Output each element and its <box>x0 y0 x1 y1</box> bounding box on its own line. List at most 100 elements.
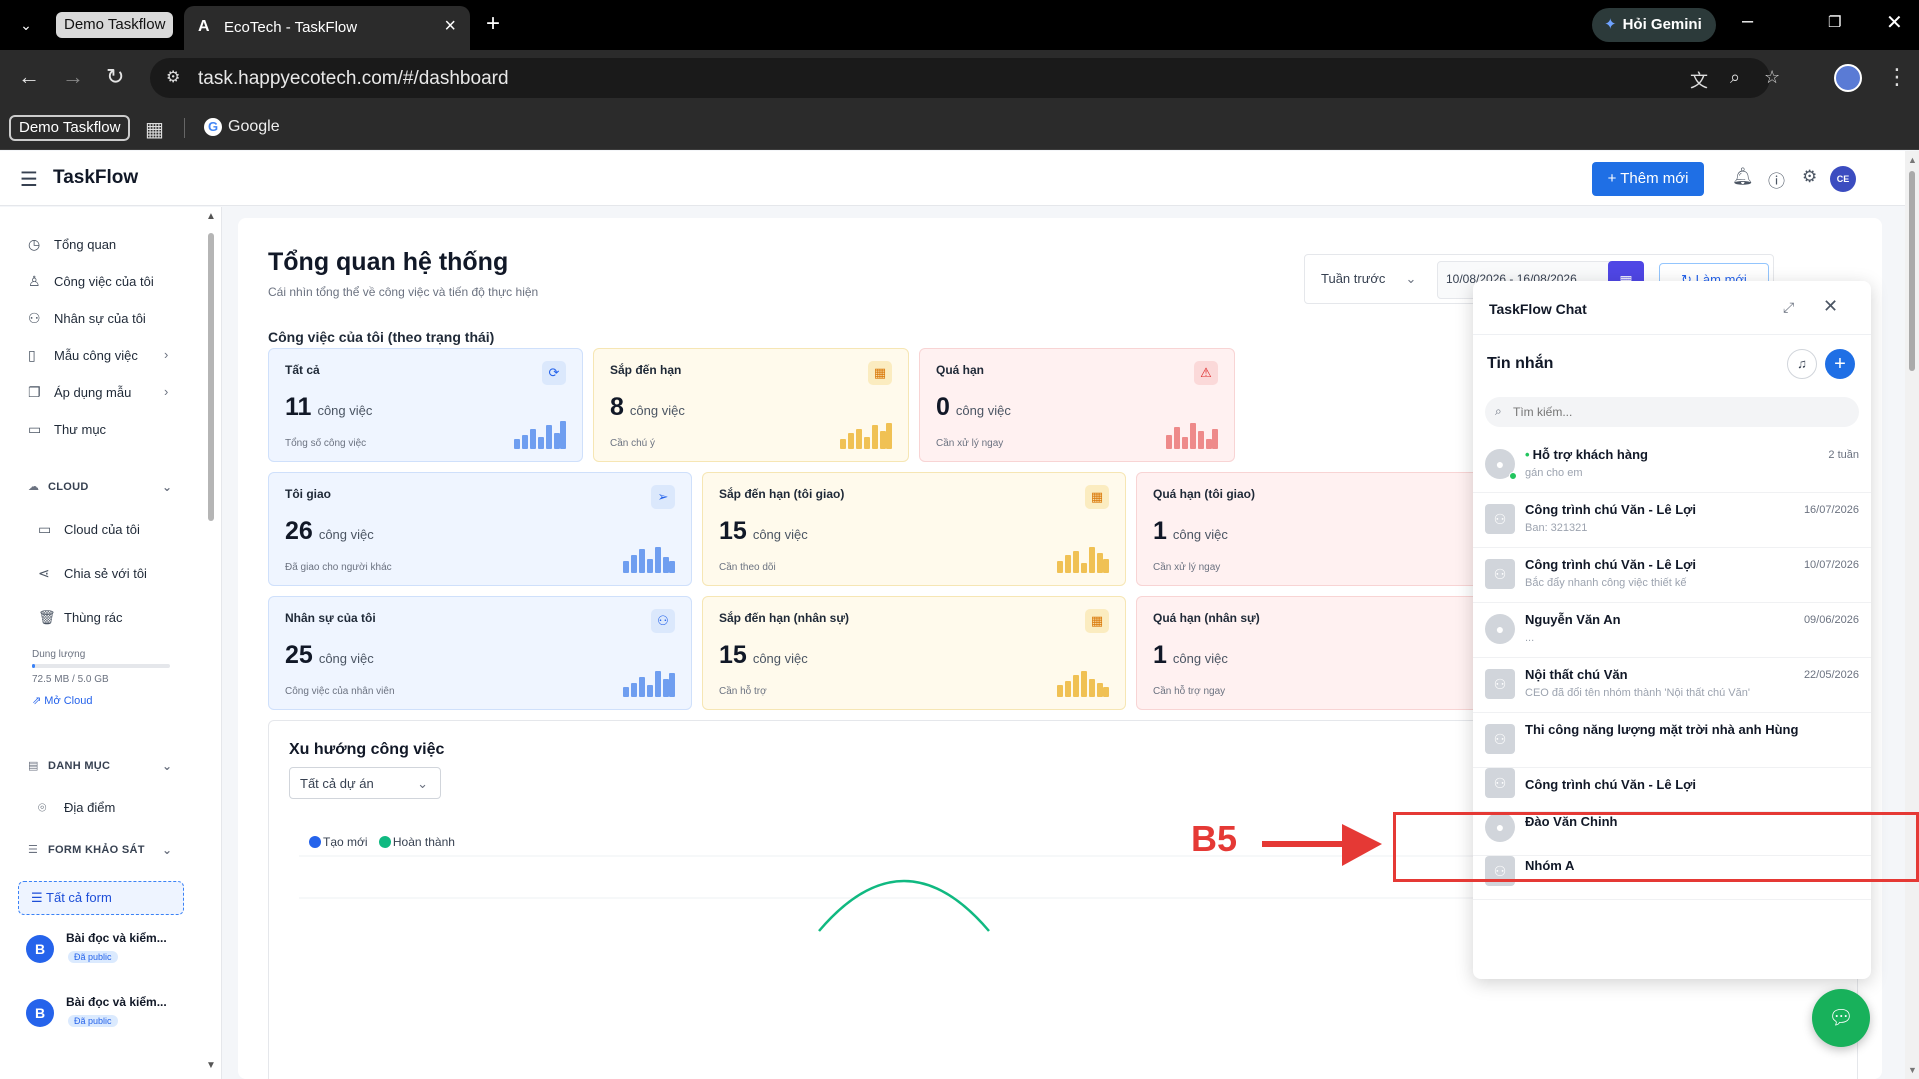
sidebar-item-my-cloud[interactable]: ▭ Cloud của tôi <box>38 521 140 541</box>
chat-list-item[interactable]: ⚇ Công trình chú Văn - Lê Lợi Bắc đẩy nh… <box>1473 549 1871 603</box>
url-text[interactable]: task.happyecotech.com/#/dashboard <box>198 68 509 90</box>
chat-close-icon[interactable]: ✕ <box>1823 296 1838 317</box>
all-forms-label: Tất cả form <box>46 890 112 905</box>
card-count: 11 công việc <box>285 393 372 422</box>
floating-chat-icon[interactable]: 💬︎ <box>1812 989 1870 1047</box>
scroll-down-icon[interactable]: ▼ <box>1908 1065 1917 1075</box>
period-select[interactable]: Tuần trước ⌄ <box>1321 271 1416 287</box>
bookmark-group[interactable]: Demo Taskflow <box>9 115 131 141</box>
stat-card-due-soon-staff[interactable]: Sắp đến hạn (nhân sự) ▦ 15 công việc Cần … <box>702 596 1126 710</box>
zoom-icon[interactable]: ⌕ <box>1730 67 1740 88</box>
chat-time: 09/06/2026 <box>1803 614 1859 626</box>
translate-icon[interactable]: 文 <box>1690 67 1708 93</box>
apps-grid-icon[interactable]: ▦ <box>145 117 164 142</box>
card-title: Sắp đến hạn (nhân sự) <box>719 611 850 625</box>
sidebar-item-apply-template[interactable]: ❐ Áp dụng mẫu › <box>28 384 168 404</box>
form-list-item[interactable]: B Bài đọc và kiểm... Đã public <box>26 929 196 973</box>
site-info-icon[interactable]: ⚙ <box>166 67 180 87</box>
gemini-label: Hỏi Gemini <box>1622 16 1702 33</box>
sidebar-item-my-tasks[interactable]: ♙ Công việc của tôi <box>28 273 154 293</box>
user-avatar[interactable]: CE <box>1830 166 1856 192</box>
gemini-star-icon: ✦ <box>1604 16 1617 33</box>
group-avatar-icon: ⚇ <box>1485 504 1515 534</box>
section-cloud[interactable]: ☁ CLOUD ⌄ <box>28 480 172 496</box>
calendar-icon: ▦ <box>1085 485 1109 509</box>
chat-title: TaskFlow Chat <box>1489 301 1587 317</box>
chat-preview: CEO đã đổi tên nhóm thành 'Nội thất chú … <box>1525 687 1750 699</box>
section-label: CLOUD <box>48 481 89 493</box>
scroll-down-icon[interactable]: ▼ <box>206 1060 216 1071</box>
sidebar-scrollbar[interactable]: ▲ ▼ <box>206 211 216 1071</box>
scroll-up-icon[interactable]: ▲ <box>1908 155 1917 165</box>
card-unit: công việc <box>318 651 374 666</box>
profile-avatar[interactable] <box>1834 64 1862 92</box>
chat-list-item[interactable]: ⚇ Nội thất chú Văn CEO đã đổi tên nhóm t… <box>1473 659 1871 713</box>
card-footnote: Cần xử lý ngay <box>936 438 1004 449</box>
stat-card-due-soon[interactable]: Sắp đến hạn ▦ 8 công việc Cần chú ý <box>593 348 909 462</box>
active-tab[interactable]: A EcoTech - TaskFlow × <box>184 6 470 50</box>
card-footnote: Công việc của nhân viên <box>285 686 395 697</box>
restore-icon[interactable]: ❐ <box>1828 13 1841 31</box>
hamburger-menu-icon[interactable]: ☰ <box>20 167 38 192</box>
calendar-icon: ▦ <box>868 361 892 385</box>
page-scrollbar[interactable]: ▲ ▼ <box>1905 151 1919 1079</box>
sidebar-item-trash[interactable]: 🗑︎ Thùng rác <box>38 609 123 629</box>
back-icon[interactable]: ← <box>18 64 40 90</box>
gemini-button[interactable]: ✦ Hỏi Gemini <box>1592 8 1716 42</box>
bell-icon[interactable]: 🔔︎ <box>1732 167 1754 187</box>
bookmark-star-icon[interactable]: ☆ <box>1764 67 1780 88</box>
sidebar: ◷ Tổng quan ♙ Công việc của tôi ⚇ Nhân sự c… <box>0 207 222 1079</box>
window-close-icon[interactable]: ✕ <box>1886 10 1903 35</box>
new-tab-icon[interactable]: + <box>486 10 500 38</box>
scroll-thumb[interactable] <box>208 233 214 521</box>
url-box[interactable]: ⚙ task.happyecotech.com/#/dashboard 文 ⌕ … <box>150 58 1780 98</box>
form-list-item[interactable]: B Bài đọc và kiểm... Đã public <box>26 993 196 1037</box>
app-brand: TaskFlow <box>53 167 139 188</box>
tab-close-icon[interactable]: × <box>444 15 456 38</box>
sidebar-item-overview[interactable]: ◷ Tổng quan <box>28 236 116 256</box>
tab-search-chevron-icon[interactable]: ⌄ <box>14 13 38 37</box>
bookmark-google[interactable]: G Google <box>204 118 280 136</box>
help-icon[interactable]: ⓘ <box>1768 167 1785 192</box>
reload-icon[interactable]: ↻ <box>106 64 124 90</box>
chat-list-item[interactable]: ⚇ Công trình chú Văn - Lê Lợi Ban: 32132… <box>1473 494 1871 548</box>
chat-list-item[interactable]: ● Nguyễn Văn An ... 09/06/2026 <box>1473 604 1871 658</box>
section-label: DANH MỤC <box>48 760 111 772</box>
chat-search-input[interactable] <box>1485 397 1859 427</box>
stat-card-assigned[interactable]: Tôi giao ➢ 26 công việc Đã giao cho người… <box>268 472 692 586</box>
sidebar-item-folders[interactable]: ▭ Thư mục <box>28 421 106 441</box>
headset-icon[interactable]: ♫ <box>1787 349 1817 379</box>
section-label: FORM KHẢO SÁT <box>48 844 145 856</box>
scroll-thumb[interactable] <box>1909 171 1915 371</box>
section-survey[interactable]: ☰ FORM KHẢO SÁT ⌄ <box>28 843 172 859</box>
series-done-line <box>818 879 990 932</box>
sidebar-item-shared[interactable]: ⋖ Chia sẻ với tôi <box>38 565 147 585</box>
tab-title: EcoTech - TaskFlow <box>224 19 358 36</box>
sidebar-item-templates[interactable]: ▯ Mẫu công việc › <box>28 347 168 367</box>
all-forms-button[interactable]: ☰ Tất cả form <box>18 881 184 915</box>
tab-group-label[interactable]: Demo Taskflow <box>56 12 174 38</box>
chat-preview: gán cho em <box>1525 467 1583 479</box>
sidebar-item-location[interactable]: ⌾ Địa điểm <box>38 799 115 819</box>
open-cloud-link[interactable]: ⇗ Mở Cloud <box>32 694 92 707</box>
google-icon: G <box>204 118 222 136</box>
stat-card-due-soon-assigned[interactable]: Sắp đến hạn (tôi giao) ▦ 15 công việc Cần… <box>702 472 1126 586</box>
section-category[interactable]: ▤ DANH MỤC ⌄ <box>28 759 172 775</box>
stat-card-overdue[interactable]: Quá hạn ⚠ 0 công việc Cần xử lý ngay <box>919 348 1235 462</box>
card-count: 26 công việc <box>285 517 374 546</box>
browser-menu-icon[interactable]: ⋮ <box>1886 64 1908 90</box>
forward-icon[interactable]: → <box>62 64 84 90</box>
new-chat-plus-icon[interactable]: + <box>1825 349 1855 379</box>
add-new-button[interactable]: + Thêm mới <box>1592 162 1704 196</box>
card-unit: công việc <box>1172 527 1228 542</box>
chat-list-item[interactable]: ● • Hỗ trợ khách hàng gán cho em 2 tuần <box>1473 439 1871 493</box>
stat-card-my-staff[interactable]: Nhân sự của tôi ⚇ 25 công việc Công việc … <box>268 596 692 710</box>
stat-card-all[interactable]: Tất cả ⟳ 11 công việc Tổng số công việc <box>268 348 583 462</box>
sidebar-item-my-staff[interactable]: ⚇ Nhân sự của tôi <box>28 310 146 330</box>
users-icon: ⚇ <box>28 310 41 326</box>
minimize-icon[interactable]: – <box>1742 10 1753 33</box>
expand-icon[interactable]: ⤢ <box>1783 299 1794 316</box>
scroll-up-icon[interactable]: ▲ <box>206 211 216 222</box>
card-title: Tôi giao <box>285 487 331 501</box>
settings-gear-icon[interactable]: ⚙ <box>1802 167 1817 187</box>
